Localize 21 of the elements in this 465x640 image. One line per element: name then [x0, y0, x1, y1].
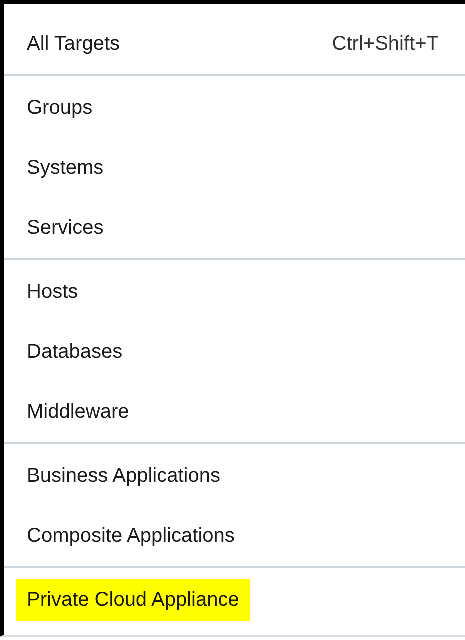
menu-item-label: Business Applications	[26, 464, 222, 489]
menu-item[interactable]: Middleware	[4, 382, 465, 442]
menu-item[interactable]: Groups	[4, 78, 465, 138]
menu-item-label: Databases	[26, 340, 124, 365]
menu-item-label: Systems	[26, 156, 105, 181]
menu-item[interactable]: Composite Applications	[4, 506, 465, 566]
menu-item[interactable]: Systems	[4, 138, 465, 198]
menu-item[interactable]: Private Cloud Appliance	[4, 570, 465, 630]
menu-item[interactable]: Hosts	[4, 262, 465, 322]
menu-item[interactable]: All Targets Ctrl+Shift+T	[4, 14, 465, 74]
menu-item-label: Private Cloud Appliance	[16, 579, 250, 621]
menu-item[interactable]: Databases	[4, 322, 465, 382]
menu-item-label: Middleware	[26, 400, 130, 425]
shortcut-label: Ctrl+Shift+T	[332, 32, 439, 57]
menu-item-label: Hosts	[26, 280, 80, 305]
menu-item[interactable]: Business Applications	[4, 446, 465, 506]
menu-item-label: Composite Applications	[26, 524, 236, 549]
menu-item-label: Services	[26, 216, 105, 241]
menu-item[interactable]: Services	[4, 198, 465, 258]
menu-item-label: Groups	[26, 96, 94, 121]
menu-item-label: All Targets	[26, 32, 122, 57]
